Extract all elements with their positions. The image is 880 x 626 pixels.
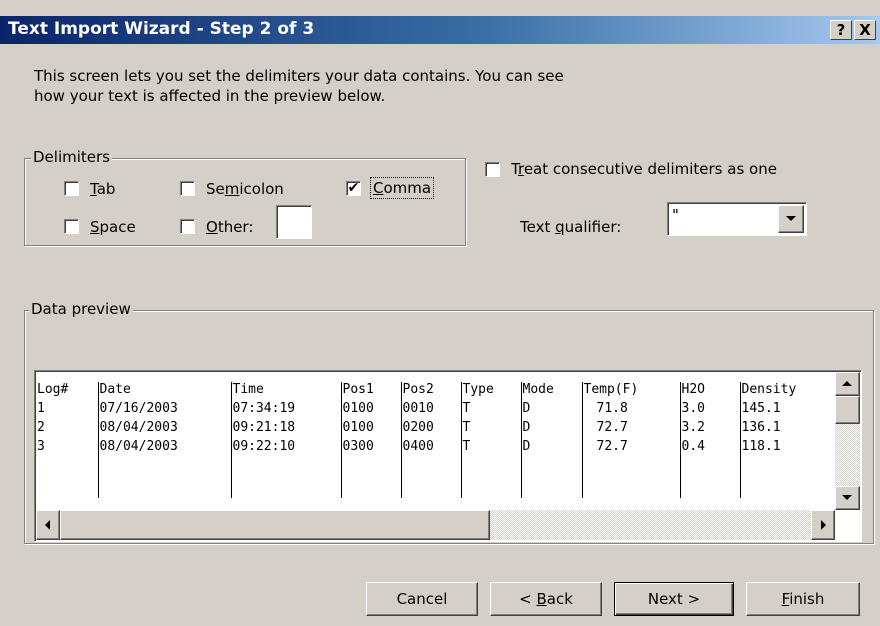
other-delimiter-input[interactable] xyxy=(276,205,312,239)
preview-cell: D xyxy=(520,401,582,420)
delimiters-legend: Delimiters xyxy=(31,148,112,166)
preview-cell: Pos2 xyxy=(400,382,461,401)
space-checkbox[interactable] xyxy=(64,219,79,234)
preview-cell: 0100 xyxy=(340,420,401,439)
preview-cell: 07/16/2003 xyxy=(97,401,231,420)
intro-line-1: This screen lets you set the delimiters … xyxy=(34,67,564,85)
preview-cell: T xyxy=(460,439,521,458)
vertical-scroll-thumb[interactable] xyxy=(835,396,860,424)
data-preview-table: Log# Date Time Pos1 Pos2 Type Mode Temp(… xyxy=(36,382,835,498)
arrow-up-icon xyxy=(842,381,852,386)
preview-cell: T xyxy=(460,420,521,439)
preview-cell: 08/04/2003 xyxy=(97,439,231,458)
treat-consecutive-checkbox[interactable] xyxy=(485,162,500,177)
dropdown-button[interactable] xyxy=(778,205,804,233)
finish-button[interactable]: Finish xyxy=(746,582,860,616)
preview-cell: 3.0 xyxy=(679,401,740,420)
preview-cell: D xyxy=(520,439,582,458)
preview-cell: T xyxy=(460,401,521,420)
preview-cell: 72.7 xyxy=(581,439,680,458)
preview-cell: Type xyxy=(460,382,521,401)
preview-row: 3 08/04/2003 09:22:10 0300 0400 T D 72.7… xyxy=(36,439,835,458)
preview-cell: 0010 xyxy=(400,401,461,420)
check-mark-icon: ✔ xyxy=(347,180,360,196)
preview-cell: Temp(F) xyxy=(581,382,680,401)
preview-cell: 0100 xyxy=(340,401,401,420)
preview-cell: 0300 xyxy=(340,439,401,458)
intro-text: This screen lets you set the delimiters … xyxy=(34,66,564,106)
preview-cell: 3.2 xyxy=(679,420,740,439)
preview-cell: 0.4 xyxy=(679,439,740,458)
scroll-left-button[interactable] xyxy=(36,510,60,540)
intro-line-2: how your text is affected in the preview… xyxy=(34,87,386,105)
preview-cell: 1 xyxy=(37,401,45,416)
close-button[interactable]: X xyxy=(854,20,876,40)
preview-cell: Mode xyxy=(520,382,582,401)
preview-cell: 2 xyxy=(37,420,45,435)
semicolon-checkbox[interactable] xyxy=(180,181,195,196)
scroll-down-button[interactable] xyxy=(835,486,860,510)
title-bar: Text Import Wizard - Step 2 of 3 ? X xyxy=(0,16,880,44)
arrow-left-icon xyxy=(45,520,50,530)
window-title: Text Import Wizard - Step 2 of 3 xyxy=(8,19,315,39)
horizontal-scroll-thumb[interactable] xyxy=(60,510,490,540)
tab-checkbox[interactable] xyxy=(64,181,79,196)
help-button[interactable]: ? xyxy=(830,20,852,40)
tab-label[interactable]: Tab xyxy=(90,180,115,198)
preview-row: 1 07/16/2003 07:34:19 0100 0010 T D 71.8… xyxy=(36,401,835,420)
preview-cell: 09:22:10 xyxy=(230,439,341,458)
preview-cell: Log# xyxy=(37,382,69,397)
other-label[interactable]: Other: xyxy=(206,218,253,236)
next-button[interactable]: Next > xyxy=(614,582,734,616)
arrow-down-icon xyxy=(842,495,852,500)
preview-cell: 09:21:18 xyxy=(230,420,341,439)
arrow-right-icon xyxy=(821,520,826,530)
preview-cell: 145.1 xyxy=(739,401,835,420)
preview-cell: Date xyxy=(97,382,231,401)
scroll-up-button[interactable] xyxy=(835,372,860,396)
preview-cell: Time xyxy=(230,382,341,401)
comma-checkbox[interactable]: ✔ xyxy=(346,181,361,196)
cancel-button[interactable]: Cancel xyxy=(366,582,478,616)
semicolon-label[interactable]: Semicolon xyxy=(206,180,284,198)
preview-row: 2 08/04/2003 09:21:18 0100 0200 T D 72.7… xyxy=(36,420,835,439)
chevron-down-icon xyxy=(786,216,796,221)
text-import-wizard-dialog: Text Import Wizard - Step 2 of 3 ? X Thi… xyxy=(0,0,880,626)
preview-cell: H2O xyxy=(679,382,740,401)
space-label[interactable]: Space xyxy=(90,218,136,236)
text-qualifier-value: " xyxy=(672,206,679,224)
text-qualifier-dropdown[interactable]: " xyxy=(667,202,807,236)
other-checkbox[interactable] xyxy=(180,219,195,234)
data-preview-legend: Data preview xyxy=(29,300,133,318)
preview-header-row: Log# Date Time Pos1 Pos2 Type Mode Temp(… xyxy=(36,382,835,401)
comma-label[interactable]: Comma xyxy=(369,177,435,199)
preview-row xyxy=(36,458,835,498)
preview-cell: 71.8 xyxy=(581,401,680,420)
preview-cell: 72.7 xyxy=(581,420,680,439)
preview-cell: 118.1 xyxy=(739,439,835,458)
text-qualifier-label: Text qualifier: xyxy=(520,218,622,236)
scroll-right-button[interactable] xyxy=(811,510,835,540)
preview-cell: Pos1 xyxy=(340,382,401,401)
preview-cell: D xyxy=(520,420,582,439)
preview-cell: Density xyxy=(739,382,835,401)
data-preview-area: Log# Date Time Pos1 Pos2 Type Mode Temp(… xyxy=(36,372,835,510)
preview-cell: 07:34:19 xyxy=(230,401,341,420)
preview-cell: 08/04/2003 xyxy=(97,420,231,439)
preview-cell: 136.1 xyxy=(739,420,835,439)
treat-consecutive-label[interactable]: Treat consecutive delimiters as one xyxy=(511,160,777,178)
preview-cell: 0200 xyxy=(400,420,461,439)
preview-cell: 3 xyxy=(37,439,45,454)
preview-cell: 0400 xyxy=(400,439,461,458)
back-button[interactable]: < Back xyxy=(490,582,602,616)
